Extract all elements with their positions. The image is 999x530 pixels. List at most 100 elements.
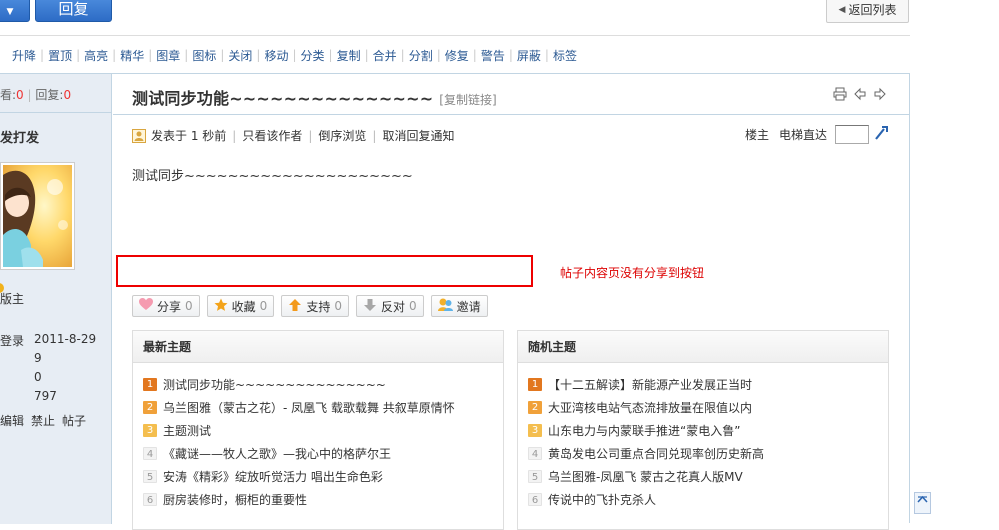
list-item[interactable]: 2 大亚湾核电站气态流排放量在限值以内 [528,396,888,419]
topic-link[interactable]: 【十二五解读】新能源产业发展正当时 [548,376,752,393]
mod-action-0[interactable]: 升降 [8,47,40,64]
rank-badge: 5 [143,470,157,483]
topic-link[interactable]: 《藏谜——牧人之歌》—我心中的格萨尔王 [163,445,391,462]
invite-label: 邀请 [456,299,481,314]
arrow-down-icon [363,298,377,315]
mod-action-9[interactable]: 复制 [333,47,365,64]
list-item[interactable]: 4 《藏谜——牧人之歌》—我心中的格萨尔王 [143,442,503,465]
arrow-up-icon [288,298,302,315]
posted-time: 发表于 1 秒前 [151,129,227,143]
rank-badge: 4 [528,447,542,460]
author-info: 登录 2011-8-29 9 0 797 [0,332,112,408]
thread-stats: 看:0 | 回复:0 [0,88,72,102]
topic-link[interactable]: 传说中的飞扑克杀人 [548,491,656,508]
field-value: 9 [34,351,42,365]
author-actions: 编辑 禁止 帖子 [0,412,86,429]
reverse-order-link[interactable]: 倒序浏览 [318,127,366,144]
favorite-button[interactable]: 收藏 0 [206,295,275,317]
back-to-list-button[interactable]: ◀ 返回列表 [826,0,909,23]
list-item[interactable]: 3 山东电力与内蒙联手推进“蒙电入鲁” [528,419,888,442]
list-item[interactable]: 5 乌兰图雅-凤凰飞 蒙古之花真人版MV [528,465,888,488]
posts-link[interactable]: 帖子 [62,412,86,429]
avatar-image [3,165,72,267]
rank-badge: 1 [528,378,542,391]
list-item[interactable]: 6 厨房装修时，橱柜的重要性 [143,488,503,511]
ban-link[interactable]: 禁止 [31,412,55,429]
cancel-notify-link[interactable]: 取消回复通知 [382,127,454,144]
topic-link[interactable]: 山东电力与内蒙联手推进“蒙电入鲁” [548,422,740,439]
mod-action-6[interactable]: 关闭 [224,47,256,64]
list-item[interactable]: 6 传说中的飞扑克杀人 [528,488,888,511]
views-label: 看: [0,88,17,102]
rank-badge: 4 [143,447,157,460]
mod-action-1[interactable]: 置顶 [44,47,76,64]
topic-link[interactable]: 主题测试 [163,422,211,439]
mod-action-2[interactable]: 高亮 [80,47,112,64]
back-to-top-button[interactable] [914,492,931,514]
mod-action-12[interactable]: 修复 [441,47,473,64]
latest-topics-panel: 最新主题 1 测试同步功能~~~~~~~~~~~~~~~ 2 乌兰图雅（蒙古之花）- … [132,330,504,530]
invite-icon [437,297,453,315]
topic-link[interactable]: 乌兰图雅（蒙古之花）- 凤凰飞 载歌载舞 共叙草原情怀 [163,399,455,416]
post-header-tools [833,87,887,104]
edit-link[interactable]: 编辑 [0,412,24,429]
replies-value: 0 [63,88,72,102]
post-actions: 分享 0 收藏 0 支持 0 反对 0 邀请 [132,295,488,317]
print-icon[interactable] [833,87,847,104]
share-label: 分享 [157,299,182,314]
mod-action-3[interactable]: 精华 [116,47,148,64]
jump-input[interactable] [835,125,869,144]
topic-link[interactable]: 黄岛发电公司重点合同兑现率创历史新高 [548,445,764,462]
mod-action-10[interactable]: 合并 [369,47,401,64]
dropdown-button[interactable]: ▼ [0,0,30,22]
oppose-label: 反对 [380,299,405,314]
reply-button[interactable]: 回复 [35,0,112,22]
chevron-down-icon: ▼ [6,7,14,17]
mod-action-8[interactable]: 分类 [297,47,329,64]
author-name[interactable]: 发打发 [0,127,39,146]
list-item[interactable]: 1 【十二五解读】新能源产业发展正当时 [528,373,888,396]
top-divider [0,35,910,36]
only-author-link[interactable]: 只看该作者 [242,127,302,144]
rank-badge: 3 [143,424,157,437]
list-item[interactable]: 5 安涛《精彩》绽放听觉活力 唱出生命色彩 [143,465,503,488]
mod-action-5[interactable]: 图标 [188,47,220,64]
topic-link[interactable]: 厨房装修时，橱柜的重要性 [163,491,307,508]
mod-action-7[interactable]: 移动 [260,47,292,64]
share-count: 0 [185,299,193,313]
mod-action-13[interactable]: 警告 [477,47,509,64]
list-item[interactable]: 3 主题测试 [143,419,503,442]
oppose-button[interactable]: 反对 0 [355,295,424,317]
post-title-row: 测试同步功能~~~~~~~~~~~~~~~ [复制链接] [132,85,497,109]
mod-action-15[interactable]: 标签 [549,47,581,64]
next-thread-icon[interactable] [873,87,887,104]
avatar[interactable] [0,162,75,270]
heart-icon [139,298,153,314]
copy-link[interactable]: [复制链接] [439,91,496,108]
field-label: 登录 [0,334,25,348]
topic-link[interactable]: 大亚湾核电站气态流排放量在限值以内 [548,399,752,416]
jump-label: 电梯直达 [779,128,828,142]
topic-link[interactable]: 测试同步功能~~~~~~~~~~~~~~~ [163,376,386,393]
favorite-label: 收藏 [231,299,256,314]
mod-action-11[interactable]: 分割 [405,47,437,64]
rank-badge: 3 [528,424,542,437]
mod-action-4[interactable]: 图章 [152,47,184,64]
share-button[interactable]: 分享 0 [132,295,200,317]
topic-link[interactable]: 乌兰图雅-凤凰飞 蒙古之花真人版MV [548,468,743,485]
mod-action-14[interactable]: 屏蔽 [513,47,545,64]
post-title: 测试同步功能~~~~~~~~~~~~~~~ [132,89,434,108]
list-item[interactable]: 1 测试同步功能~~~~~~~~~~~~~~~ [143,373,503,396]
invite-button[interactable]: 邀请 [430,295,488,317]
list-item[interactable]: 2 乌兰图雅（蒙古之花）- 凤凰飞 载歌载舞 共叙草原情怀 [143,396,503,419]
rank-badge: 2 [528,401,542,414]
prev-thread-icon[interactable] [853,87,867,104]
rank-badge: 2 [143,401,157,414]
support-button[interactable]: 支持 0 [281,295,349,317]
jump-go-icon[interactable] [873,124,889,145]
annotation-box [116,255,533,287]
title-divider [113,114,910,115]
field-value: 2011-8-29 [34,332,97,346]
list-item[interactable]: 4 黄岛发电公司重点合同兑现率创历史新高 [528,442,888,465]
topic-link[interactable]: 安涛《精彩》绽放听觉活力 唱出生命色彩 [163,468,383,485]
